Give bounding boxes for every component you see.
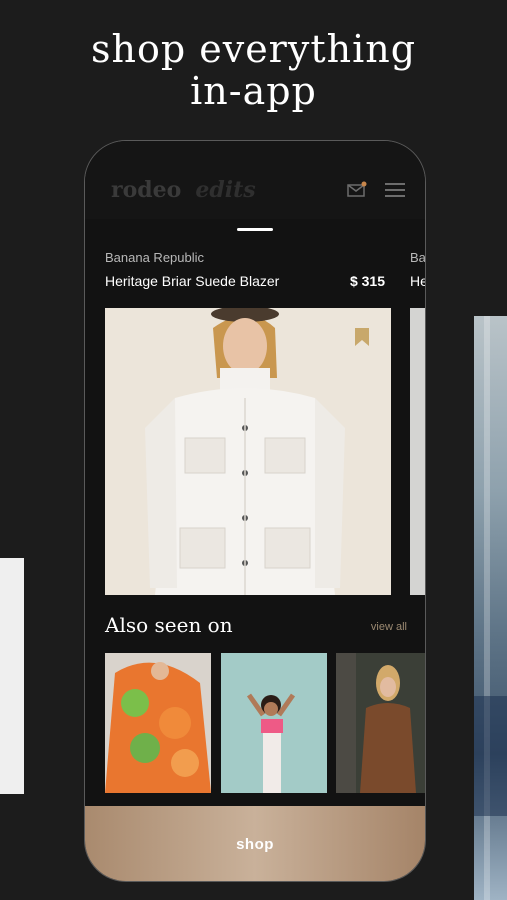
- also-seen-thumbnail[interactable]: [336, 653, 425, 793]
- product-brand: Banana Republic: [105, 250, 205, 265]
- bookmark-icon[interactable]: [355, 328, 369, 346]
- thumbnail-photo: [221, 653, 327, 793]
- right-preview-panel: [474, 316, 507, 900]
- hamburger-menu-icon[interactable]: [385, 183, 405, 197]
- mail-notification-icon[interactable]: [347, 181, 367, 197]
- shop-button-label: shop: [236, 836, 274, 853]
- phone-frame: rodeo edits Banana Republic Heritage Bria…: [84, 140, 426, 882]
- shop-button[interactable]: shop: [85, 806, 425, 881]
- logo-rodeo: rodeo: [111, 177, 182, 203]
- next-product-brand: Ba: [410, 250, 426, 265]
- product-photo: [105, 308, 391, 595]
- logo-edits: edits: [195, 177, 256, 203]
- headline-line-2: in-app: [190, 69, 317, 113]
- app-logo[interactable]: rodeo edits: [111, 177, 256, 203]
- swipe-indicator: [237, 228, 273, 231]
- also-seen-title: Also seen on: [105, 613, 233, 637]
- headline-line-1: shop everything: [90, 27, 417, 71]
- view-all-link[interactable]: view all: [371, 621, 407, 633]
- panel-shade: [474, 696, 507, 816]
- next-product-title: He: [410, 273, 425, 289]
- also-seen-thumbnail[interactable]: [105, 653, 211, 793]
- product-title[interactable]: Heritage Briar Suede Blazer: [105, 273, 279, 289]
- thumbnail-photo: [105, 653, 211, 793]
- thumbnail-photo: [336, 653, 425, 793]
- left-preview-panel: [0, 558, 24, 794]
- product-image[interactable]: [105, 308, 391, 595]
- headline: shop everything in-app: [0, 28, 507, 112]
- next-product-image[interactable]: [410, 308, 425, 595]
- product-price: $ 315: [349, 273, 385, 289]
- also-seen-thumbnail[interactable]: [221, 653, 327, 793]
